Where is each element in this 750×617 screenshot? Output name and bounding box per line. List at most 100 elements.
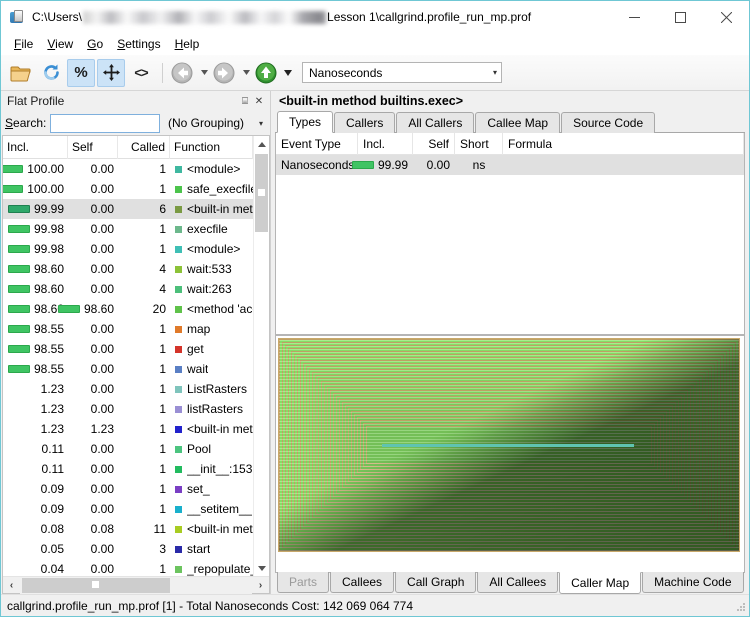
column-header-event-incl[interactable]: Incl. (358, 132, 413, 155)
tab-source-code[interactable]: Source Code (561, 112, 656, 133)
menu-help[interactable]: Help (168, 35, 207, 53)
menu-view[interactable]: View (40, 35, 80, 53)
table-row[interactable]: 1.23 1.23 1 <built-in met (3, 419, 253, 439)
maximize-icon[interactable] (657, 1, 703, 33)
tab-callers[interactable]: Callers (334, 112, 396, 133)
bottom-tabstrip: Parts Callees Call Graph All Callees Caller … (275, 572, 745, 594)
caller-map-canvas[interactable] (278, 338, 742, 570)
dock-close-icon[interactable]: ✕ (252, 94, 266, 108)
cell-function: execfile (170, 222, 253, 236)
scroll-right-icon[interactable]: › (252, 577, 269, 594)
vscroll-track[interactable] (254, 152, 269, 560)
table-row[interactable]: 0.11 0.00 1 Pool (3, 439, 253, 459)
column-header-called[interactable]: Called (118, 135, 170, 159)
tab-callee-map[interactable]: Callee Map (475, 112, 561, 133)
percent-toggle-button[interactable]: % (67, 58, 95, 87)
function-label: ListRasters (187, 382, 248, 396)
scroll-left-icon[interactable]: ‹ (3, 577, 20, 594)
cell-function: <method 'acc (170, 302, 253, 316)
table-row[interactable]: 98.55 0.00 1 wait (3, 359, 253, 379)
cell-function: <module> (170, 242, 253, 256)
function-label: listRasters (187, 402, 244, 416)
cell-called: 1 (159, 402, 166, 416)
grouping-combo[interactable]: (No Grouping) ▾ (164, 113, 266, 133)
open-folder-icon[interactable] (7, 59, 35, 87)
table-row[interactable]: 100.00 0.00 1 safe_execfile (3, 179, 253, 199)
tab-all-callers[interactable]: All Callers (396, 112, 475, 133)
table-row[interactable]: 1.23 0.00 1 ListRasters (3, 379, 253, 399)
caller-map-panel: Parts Callees Call Graph All Callees Caller … (275, 335, 745, 594)
hscroll-track[interactable] (20, 576, 252, 594)
tab-callees[interactable]: Callees (330, 572, 395, 593)
tab-machine-code[interactable]: Machine Code (642, 572, 744, 593)
column-header-self[interactable]: Self (68, 135, 118, 159)
close-icon[interactable] (703, 1, 749, 33)
table-row[interactable]: 98.60 98.60 20 <method 'acc (3, 299, 253, 319)
column-header-formula[interactable]: Formula (503, 132, 744, 155)
table-row[interactable]: 0.04 0.00 1 _repopulate_p (3, 559, 253, 576)
minimize-icon[interactable] (611, 1, 657, 33)
menu-settings[interactable]: Settings (110, 35, 167, 53)
self-value: 0.00 (90, 222, 114, 236)
up-dropdown-icon[interactable] (282, 59, 294, 87)
up-icon[interactable] (252, 59, 280, 87)
column-header-event-self[interactable]: Self (413, 132, 455, 155)
back-icon[interactable] (168, 59, 196, 87)
table-row[interactable]: 0.11 0.00 1 __init__:153 (3, 459, 253, 479)
float-icon[interactable]: ⌸ (238, 94, 252, 108)
forward-dropdown-icon[interactable] (240, 59, 252, 87)
search-input[interactable] (50, 113, 160, 133)
tab-call-graph[interactable]: Call Graph (395, 572, 477, 593)
resize-grip-icon[interactable] (734, 600, 746, 612)
tab-types[interactable]: Types (277, 111, 334, 133)
flat-profile-hscrollbar[interactable]: ‹ › (3, 576, 269, 594)
table-row[interactable]: 99.98 0.00 1 <module> (3, 239, 253, 259)
column-header-function[interactable]: Function (170, 135, 253, 159)
caller-map-view[interactable] (275, 335, 745, 573)
function-label: wait:533 (187, 262, 232, 276)
back-dropdown-icon[interactable] (198, 59, 210, 87)
column-header-short[interactable]: Short (455, 132, 503, 155)
event-type-combo[interactable]: Nanoseconds ▾ (302, 62, 502, 83)
table-row[interactable]: 100.00 0.00 1 <module> (3, 159, 253, 179)
cell-self: 0.00 (68, 382, 118, 396)
cycle-detection-icon[interactable]: <> (127, 59, 155, 87)
tab-caller-map[interactable]: Caller Map (559, 572, 642, 594)
table-row[interactable]: 98.55 0.00 1 get (3, 339, 253, 359)
incl-bar (7, 205, 30, 213)
menu-go[interactable]: Go (80, 35, 110, 53)
incl-bar (3, 165, 24, 173)
column-header-incl[interactable]: Incl. (3, 135, 68, 159)
tab-all-callees[interactable]: All Callees (477, 572, 559, 593)
cell-called: 1 (159, 482, 166, 496)
caller-map-selected-band[interactable] (382, 444, 634, 447)
hscroll-thumb[interactable] (22, 577, 170, 593)
table-row[interactable]: 99.99 0.00 6 <built-in met (3, 199, 253, 219)
incl-value: 0.11 (41, 462, 64, 476)
table-row[interactable]: 98.60 0.00 4 wait:533 (3, 259, 253, 279)
toolbar: % <> Nanoseconds ▾ (1, 55, 749, 91)
flat-profile-vscrollbar[interactable] (253, 136, 269, 576)
table-row[interactable]: 0.09 0.00 1 __setitem__ (3, 499, 253, 519)
relative-cost-icon[interactable] (97, 58, 125, 87)
scroll-up-icon[interactable] (254, 136, 269, 152)
table-row[interactable]: 98.55 0.00 1 map (3, 319, 253, 339)
cell-function: listRasters (170, 402, 253, 416)
self-value: 0.00 (90, 462, 114, 476)
forward-icon[interactable] (210, 59, 238, 87)
page-title: <built-in method builtins.exec> (279, 94, 464, 108)
table-row[interactable]: 1.23 0.00 1 listRasters (3, 399, 253, 419)
scroll-down-icon[interactable] (254, 560, 269, 576)
event-table-row[interactable]: Nanoseconds 99.99 0.00 ns (276, 155, 744, 175)
table-row[interactable]: 0.05 0.00 3 start (3, 539, 253, 559)
function-color-swatch (175, 185, 182, 193)
table-row[interactable]: 0.08 0.08 11 <built-in met (3, 519, 253, 539)
table-row[interactable]: 99.98 0.00 1 execfile (3, 219, 253, 239)
table-row[interactable]: 98.60 0.00 4 wait:263 (3, 279, 253, 299)
table-row[interactable]: 0.09 0.00 1 set_ (3, 479, 253, 499)
reload-icon[interactable] (37, 59, 65, 87)
grouping-value: (No Grouping) (168, 116, 245, 130)
vscroll-thumb[interactable] (255, 154, 268, 232)
column-header-event-type[interactable]: Event Type (276, 132, 358, 155)
menu-file[interactable]: File (7, 35, 40, 53)
